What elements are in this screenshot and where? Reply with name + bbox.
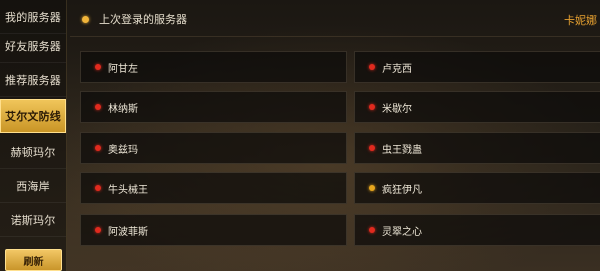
sidebar-item-friend-servers[interactable]: 好友服务器 <box>0 29 66 63</box>
server-item[interactable]: 阿波菲斯 <box>80 214 347 246</box>
header-divider <box>70 36 600 37</box>
server-item[interactable]: 林纳斯 <box>80 91 347 123</box>
server-name: 灵翠之心 <box>382 226 422 238</box>
server-item[interactable]: 卢克西 <box>354 51 600 83</box>
sidebar-item-label: 好友服务器 <box>5 39 61 53</box>
server-item[interactable]: 虫王戮蛊 <box>354 132 600 164</box>
status-dot-icon <box>369 104 375 110</box>
server-region-sidebar: 我的服务器 好友服务器 推荐服务器 艾尔文防线 赫顿玛尔 西海岸 诺斯玛尔 刷新 <box>0 0 67 271</box>
refresh-button[interactable]: 刷新 <box>5 249 62 271</box>
server-name: 奥兹玛 <box>108 144 138 156</box>
last-server-link[interactable]: 卡妮娜 <box>564 12 600 28</box>
sidebar-item-label: 推荐服务器 <box>5 73 61 87</box>
server-name: 卢克西 <box>382 63 412 75</box>
server-name: 阿甘左 <box>108 63 138 75</box>
sidebar-item-noss-mar[interactable]: 诺斯玛尔 <box>0 203 66 237</box>
sidebar-item-label: 我的服务器 <box>5 10 61 24</box>
status-dot-icon <box>95 185 101 191</box>
sidebar-item-elvin-line[interactable]: 艾尔文防线 <box>0 99 66 133</box>
server-name: 虫王戮蛊 <box>382 144 422 156</box>
status-dot-icon <box>95 104 101 110</box>
status-dot-icon <box>369 64 375 70</box>
server-name: 林纳斯 <box>108 103 138 115</box>
status-dot-icon <box>369 145 375 151</box>
server-item[interactable]: 奥兹玛 <box>80 132 347 164</box>
server-name: 米歇尔 <box>382 103 412 115</box>
sidebar-item-label: 赫顿玛尔 <box>10 145 56 159</box>
header-title: 上次登录的服务器 <box>99 13 187 26</box>
status-dot-icon <box>95 64 101 70</box>
status-dot-icon <box>95 145 101 151</box>
sidebar-item-label: 艾尔文防线 <box>5 110 61 123</box>
server-item[interactable]: 疯狂伊凡 <box>354 172 600 204</box>
status-dot-icon <box>82 15 89 23</box>
sidebar-item-recommended-servers[interactable]: 推荐服务器 <box>0 63 66 97</box>
sidebar-item-label: 诺斯玛尔 <box>10 213 56 227</box>
server-item[interactable]: 牛头械王 <box>80 172 347 204</box>
last-login-header: 上次登录的服务器 卡妮娜 <box>70 6 600 32</box>
sidebar-item-west-coast[interactable]: 西海岸 <box>0 169 66 203</box>
server-item[interactable]: 米歇尔 <box>354 91 600 123</box>
server-name: 阿波菲斯 <box>108 226 148 238</box>
server-name: 疯狂伊凡 <box>382 184 422 196</box>
sidebar-item-hutton-mar[interactable]: 赫顿玛尔 <box>0 135 66 169</box>
server-name: 牛头械王 <box>108 184 148 196</box>
server-item[interactable]: 灵翠之心 <box>354 214 600 246</box>
status-dot-icon <box>369 227 375 233</box>
sidebar-item-label: 西海岸 <box>16 179 50 193</box>
status-dot-icon <box>95 227 101 233</box>
refresh-button-label: 刷新 <box>23 256 44 268</box>
status-dot-icon <box>369 185 375 191</box>
server-item[interactable]: 阿甘左 <box>80 51 347 83</box>
